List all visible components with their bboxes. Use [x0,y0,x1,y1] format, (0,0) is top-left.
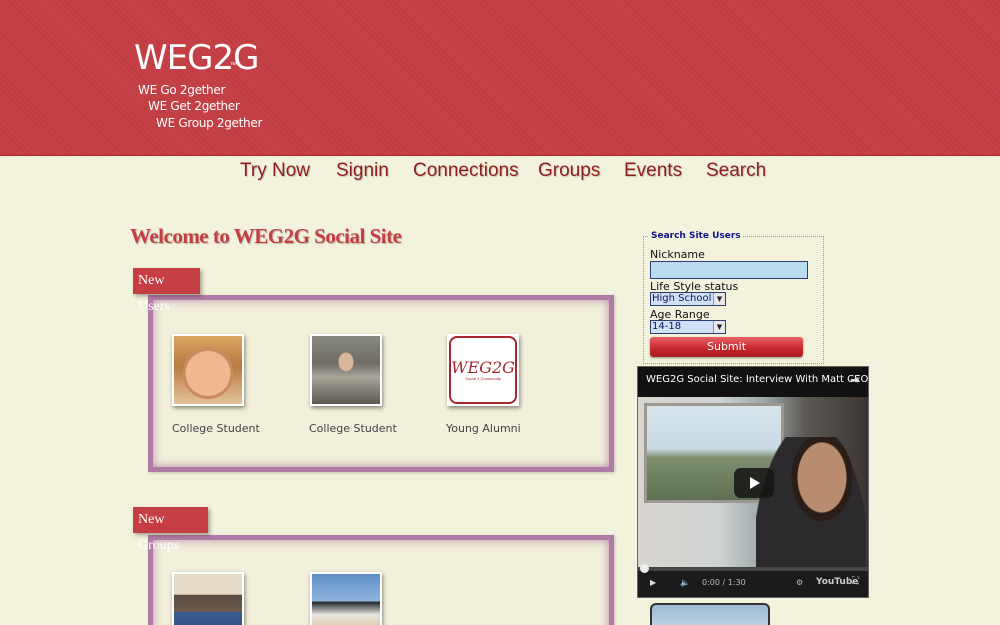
user-caption-1[interactable]: College Student [172,422,260,435]
group-photo-2 [312,574,380,625]
nav-connections[interactable]: Connections [413,160,519,182]
nickname-label: Nickname [650,248,705,261]
lifestyle-select-value: High School [652,293,712,304]
nav-search[interactable]: Search [706,160,766,182]
nav-signin[interactable]: Signin [336,160,389,182]
submit-button[interactable]: Submit [650,337,803,357]
play-button[interactable] [734,468,774,498]
chevron-down-icon[interactable]: ▼ [713,293,725,305]
new-users-label: New Users [133,268,200,314]
search-legend: Search Site Users [649,231,743,241]
logo-image-text: WEG2G [451,357,515,377]
site-logo[interactable]: WEG2G [134,38,259,78]
age-range-select-value: 14-18 [652,321,682,332]
second-video-thumb[interactable] [650,603,770,625]
volume-icon[interactable]: 🔈 [680,578,690,587]
progress-bar[interactable] [638,564,868,573]
tagline-2: WE Get 2gether [148,99,240,113]
lifestyle-select[interactable]: High School ▼ [650,292,726,306]
nav-events[interactable]: Events [624,160,682,182]
user-photo-2 [312,336,380,404]
user-caption-3[interactable]: Young Alumni [446,422,521,435]
video-player[interactable]: WEG2G Social Site: Interview With Matt C… [637,366,869,598]
nav-groups[interactable]: Groups [538,160,600,182]
video-time: 0:00 / 1:30 [702,578,746,587]
video-title[interactable]: WEG2G Social Site: Interview With Matt C… [646,374,868,385]
scrub-handle[interactable] [640,564,649,573]
logo-image-subtext: Social 4 Community [465,375,501,381]
group-thumb-1[interactable] [172,572,244,625]
video-speaker [756,437,866,572]
weg2g-logo-image: WEG2G Social 4 Community [449,336,517,404]
user-avatar-3[interactable]: WEG2G Social 4 Community [447,334,519,406]
chevron-down-icon[interactable]: ▼ [713,321,725,333]
user-caption-2[interactable]: College Student [309,422,397,435]
age-range-select[interactable]: 14-18 ▼ [650,320,726,334]
user-avatar-2[interactable] [310,334,382,406]
tagline-1: WE Go 2gether [138,83,226,97]
group-photo-1 [174,574,242,625]
site-header: WEG2G ™ WE Go 2gether WE Get 2gether WE … [0,0,1000,156]
share-icon[interactable]: ➦ [850,373,860,387]
play-icon[interactable]: ▶ [650,578,656,587]
tagline-3: WE Group 2gether [156,116,263,130]
page-title: Welcome to WEG2G Social Site [130,224,402,248]
main-nav: Try Now Signin Connections Groups Events… [0,160,1000,186]
nav-try-now[interactable]: Try Now [240,160,310,182]
user-photo-1 [174,336,242,404]
video-controls: ▶ 🔈 0:00 / 1:30 ⚙ YouTube ⛶ [638,564,868,597]
nickname-input[interactable] [650,261,808,279]
user-avatar-1[interactable] [172,334,244,406]
logo-trademark: ™ [230,62,237,69]
group-thumb-2[interactable] [310,572,382,625]
settings-icon[interactable]: ⚙ [796,578,803,587]
new-groups-label: New Groups [133,507,208,553]
fullscreen-icon[interactable]: ⛶ [852,576,859,587]
